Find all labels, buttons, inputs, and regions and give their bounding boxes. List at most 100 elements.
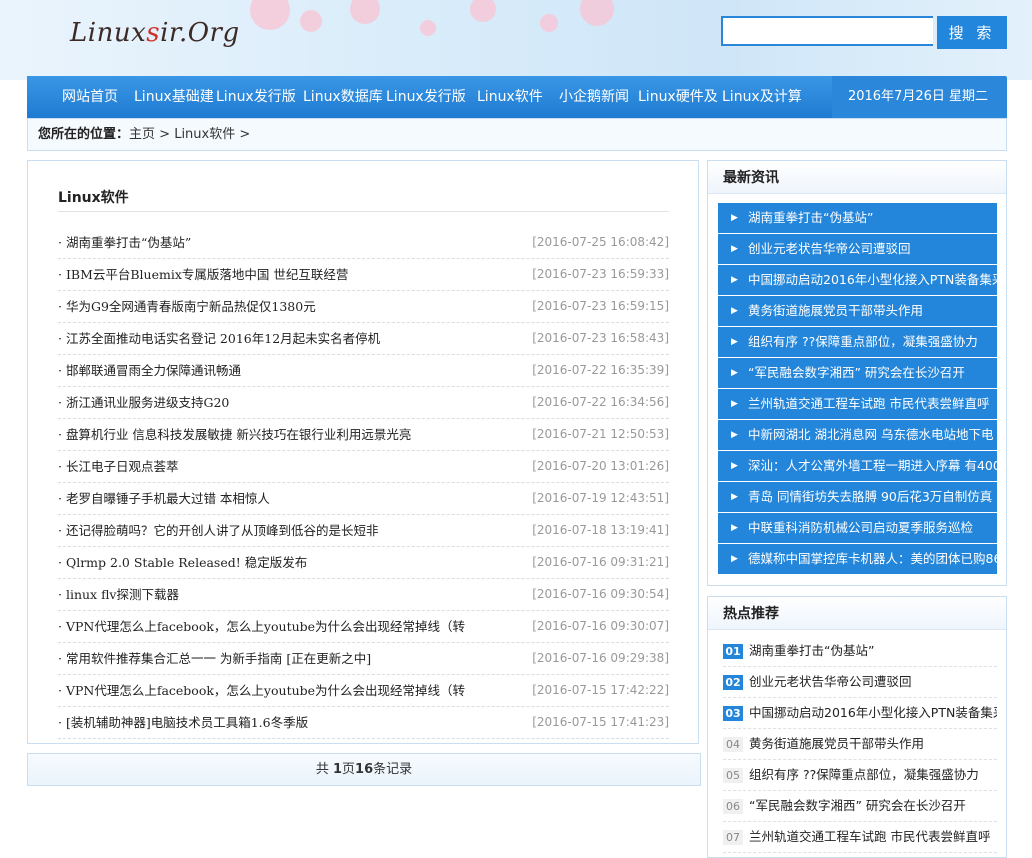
article-link[interactable]: · 湖南重拳打击“伪基站” [58,227,478,258]
latest-news-item[interactable]: ▶ 中新网湖北 湖北消息网 乌东德水电站地下电 [718,420,997,450]
latest-news-item[interactable]: ▶ “军民融会数字湘西” 研究会在长沙召开 [718,358,997,388]
latest-news-item[interactable]: ▶ 深汕：人才公寓外墙工程一期进入序幕 有400 [718,451,997,481]
hot-recommend-item[interactable]: 05 组织有序 ??保障重点部位，凝集强盛协力 [723,760,997,791]
rank-badge: 06 [723,799,743,814]
article-date: [2016-07-23 16:59:33] [532,267,669,281]
article-link[interactable]: · IBM云平台Bluemix专属版落地中国 世纪互联经营 [58,259,478,290]
arrow-right-icon: ▶ [731,275,738,285]
article-link[interactable]: · 江苏全面推动电话实名登记 2016年12月起未实名者停机 [58,323,478,354]
hot-recommend-box: 热点推荐 01 湖南重拳打击“伪基站” 02 创业元老状告华帝公司遭驳回 03 中国挪… [707,596,1007,858]
article-link[interactable]: · 老罗自曝锤子手机最大过错 本相惊人 [58,483,478,514]
article-link[interactable]: · [装机辅助神器]电脑技术员工具箱1.6冬季版 [58,707,478,738]
latest-news-box: 最新资讯 ▶ 湖南重拳打击“伪基站” ▶ 创业元老状告华帝公司遭驳回 ▶ 中国挪动启动… [707,160,1007,586]
arrow-right-icon: ▶ [731,337,738,347]
latest-news-item[interactable]: ▶ 黄务街道施展党员干部带头作用 [718,296,997,326]
article-link[interactable]: · VPN代理怎么上facebook，怎么上youtube为什么会出现经常掉线（… [58,611,478,642]
arrow-right-icon: ▶ [731,368,738,378]
rank-badge: 01 [723,644,743,659]
hot-recommend-item[interactable]: 04 黄务街道施展党员干部带头作用 [723,729,997,760]
article-date: [2016-07-22 16:34:56] [532,395,669,409]
latest-news-item[interactable]: ▶ 创业元老状告华帝公司遭驳回 [718,234,997,264]
latest-news-item[interactable]: ▶ 组织有序 ??保障重点部位，凝集强盛协力 [718,327,997,357]
article-row: · 浙江通讯业服务进级支持G20 [2016-07-22 16:34:56] [58,387,669,419]
latest-news-item[interactable]: ▶ 中联重科消防机械公司启动夏季服务巡检 [718,513,997,543]
nav-item-home[interactable]: 网站首页 [62,76,122,118]
article-date: [2016-07-21 12:50:53] [532,427,669,441]
article-row: · 老罗自曝锤子手机最大过错 本相惊人 [2016-07-19 12:43:51] [58,483,669,515]
breadcrumb: 您所在的位置：主页 > Linux软件 > [27,118,1007,151]
site-logo[interactable]: Linuxsir.Org [70,18,240,48]
article-link[interactable]: · 长江电子日观点荟萃 [58,451,478,482]
nav-item-linux-computing[interactable]: Linux及计算 [722,76,802,118]
article-date: [2016-07-25 16:08:42] [532,235,669,249]
nav-item-linux-distros-2[interactable]: Linux发行版 [386,76,468,118]
nav-menu: 网站首页 Linux基础建 Linux发行版 Linux数据库 Linux发行版… [27,76,832,118]
latest-news-item[interactable]: ▶ 青岛 同情街坊失去胳膊 90后花3万自制仿真 [718,482,997,512]
article-link[interactable]: · linux flv探测下载器 [58,579,478,610]
title-divider [58,211,669,212]
nav-item-linux-hardware[interactable]: Linux硬件及 [638,76,718,118]
section-title: Linux软件 [58,190,129,206]
article-row: · IBM云平台Bluemix专属版落地中国 世纪互联经营 [2016-07-23… [58,259,669,291]
article-row: · 华为G9全网通青春版南宁新品热促仅1380元 [2016-07-23 16:5… [58,291,669,323]
hot-recommend-list: 01 湖南重拳打击“伪基站” 02 创业元老状告华帝公司遭驳回 03 中国挪动启动20… [723,636,997,853]
rank-badge: 04 [723,737,743,752]
pagination-summary: 共 1页16条记录 [27,753,701,786]
breadcrumb-separator: > [155,127,175,142]
search-input[interactable] [721,16,933,46]
latest-news-item[interactable]: ▶ 兰州轨道交通工程车试跑 市民代表尝鲜直呼 [718,389,997,419]
breadcrumb-current-link[interactable]: Linux软件 [174,127,235,142]
article-date: [2016-07-16 09:29:38] [532,651,669,665]
article-link[interactable]: · 邯郸联通冒雨全力保障通讯畅通 [58,355,478,386]
latest-news-list: ▶ 湖南重拳打击“伪基站” ▶ 创业元老状告华帝公司遭驳回 ▶ 中国挪动启动2016年… [718,203,997,574]
article-row: · 还记得脸萌吗？它的开创人讲了从顶峰到低谷的是长短非 [2016-07-18 1… [58,515,669,547]
arrow-right-icon: ▶ [731,554,738,564]
nav-item-linux-database[interactable]: Linux数据库 [303,76,383,118]
article-link[interactable]: · 盘算机行业 信息科技发展敏捷 新兴技巧在银行业利用远景光亮 [58,419,478,450]
main-nav: 网站首页 Linux基础建 Linux发行版 Linux数据库 Linux发行版… [27,76,1007,118]
article-date: [2016-07-15 17:42:22] [532,683,669,697]
article-date: [2016-07-18 13:19:41] [532,523,669,537]
hot-recommend-title: 热点推荐 [708,597,1006,630]
article-row: · VPN代理怎么上facebook，怎么上youtube为什么会出现经常掉线（… [58,611,669,643]
article-link[interactable]: · VPN代理怎么上facebook，怎么上youtube为什么会出现经常掉线（… [58,675,478,706]
breadcrumb-home-link[interactable]: 主页 [129,127,155,142]
article-row: · 邯郸联通冒雨全力保障通讯畅通 [2016-07-22 16:35:39] [58,355,669,387]
article-row: · Qlrmp 2.0 Stable Released! 稳定版发布 [2016-… [58,547,669,579]
article-row: · 湖南重拳打击“伪基站” [2016-07-25 16:08:42] [58,227,669,259]
hot-recommend-item[interactable]: 03 中国挪动启动2016年小型化接入PTN装备集采 [723,698,997,729]
hot-recommend-item[interactable]: 02 创业元老状告华帝公司遭驳回 [723,667,997,698]
latest-news-item[interactable]: ▶ 中国挪动启动2016年小型化接入PTN装备集采 [718,265,997,295]
nav-item-penguin-news[interactable]: 小企鹅新闻 [559,76,631,118]
nav-item-linux-distros[interactable]: Linux发行版 [216,76,300,118]
article-date: [2016-07-20 13:01:26] [532,459,669,473]
arrow-right-icon: ▶ [731,213,738,223]
nav-item-linux-software[interactable]: Linux软件 [477,76,547,118]
article-link[interactable]: · Qlrmp 2.0 Stable Released! 稳定版发布 [58,547,478,578]
article-row: · 常用软件推荐集合汇总一一 为新手指南 [正在更新之中] [2016-07-16… [58,643,669,675]
nav-item-linux-basics[interactable]: Linux基础建 [134,76,214,118]
article-link[interactable]: · 常用软件推荐集合汇总一一 为新手指南 [正在更新之中] [58,643,478,674]
hot-recommend-item[interactable]: 06 “军民融会数字湘西” 研究会在长沙召开 [723,791,997,822]
site-header: Linuxsir.Org 搜 索 [0,0,1032,80]
article-link[interactable]: · 华为G9全网通青春版南宁新品热促仅1380元 [58,291,478,322]
latest-news-item[interactable]: ▶ 湖南重拳打击“伪基站” [718,203,997,233]
latest-news-title: 最新资讯 [708,161,1006,194]
arrow-right-icon: ▶ [731,306,738,316]
article-row: · 江苏全面推动电话实名登记 2016年12月起未实名者停机 [2016-07-2… [58,323,669,355]
search-button[interactable]: 搜 索 [937,16,1007,49]
article-list: · 湖南重拳打击“伪基站” [2016-07-25 16:08:42] · IBM… [58,227,669,739]
article-panel: Linux软件 · 湖南重拳打击“伪基站” [2016-07-25 16:08:4… [27,160,699,744]
blossom-decoration [580,0,614,26]
article-link[interactable]: · 还记得脸萌吗？它的开创人讲了从顶峰到低谷的是长短非 [58,515,478,546]
rank-badge: 05 [723,768,743,783]
latest-news-item[interactable]: ▶ 德媒称中国掌控库卡机器人：美的团体已购86 [718,544,997,574]
blossom-decoration [300,10,322,32]
breadcrumb-separator: > [235,127,251,142]
blossom-decoration [540,14,558,32]
article-row: · [装机辅助神器]电脑技术员工具箱1.6冬季版 [2016-07-15 17:4… [58,707,669,739]
article-link[interactable]: · 浙江通讯业服务进级支持G20 [58,387,478,418]
hot-recommend-item[interactable]: 01 湖南重拳打击“伪基站” [723,636,997,667]
arrow-right-icon: ▶ [731,399,738,409]
article-date: [2016-07-23 16:59:15] [532,299,669,313]
